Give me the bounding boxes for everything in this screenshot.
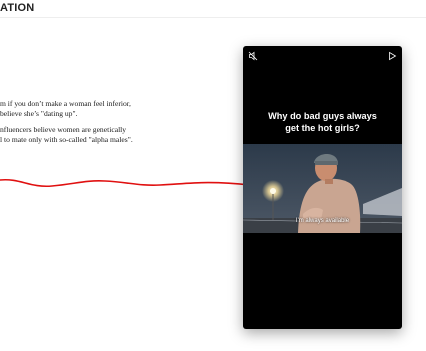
article-body: m if you don’t make a woman feel inferio… [0,99,240,151]
article-line: believe she’s "dating up". [0,108,78,118]
site-brand[interactable]: ATION [0,2,34,14]
decorative-red-line [0,178,250,188]
video-frame: I'm always available [243,144,402,233]
article-line: nfluencers believe women are genetically [0,125,127,135]
video-subtitle: I'm always available [295,218,350,224]
article-line: m if you don’t make a woman feel inferio… [0,99,131,108]
article-line: l to mate only with so-called "alpha mal… [0,134,133,144]
video-caption: Why do bad guys always get the hot girls… [268,111,377,133]
play-icon[interactable] [387,51,397,61]
top-bar: ATION [0,0,426,18]
mute-icon[interactable] [248,51,258,61]
video-player[interactable]: Why do bad guys always get the hot girls… [243,46,402,329]
